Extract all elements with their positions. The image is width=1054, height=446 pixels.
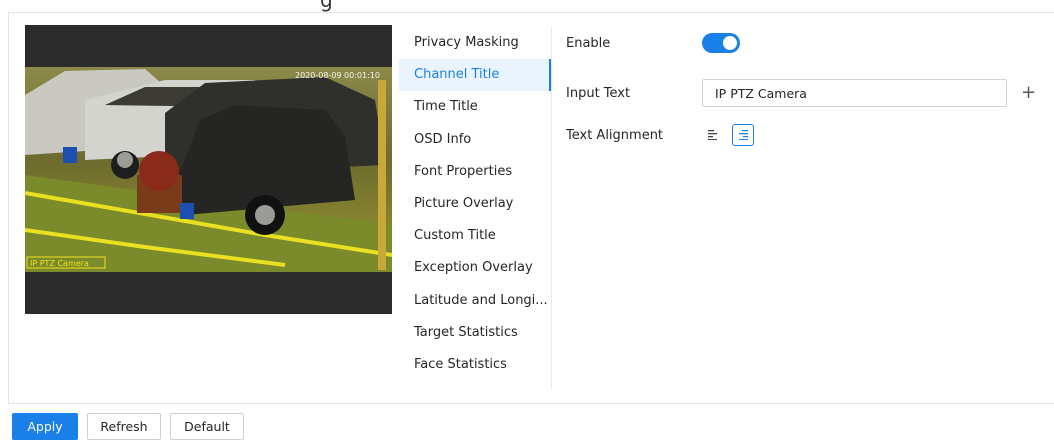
menu-item-custom-title[interactable]: Custom Title xyxy=(399,220,551,252)
text-alignment-row: Text Alignment xyxy=(566,124,762,146)
menu-item-osd-info[interactable]: OSD Info xyxy=(399,124,551,156)
camera-snapshot: 2020-08-09 00:01:10 IP PTZ Camera xyxy=(25,25,392,314)
osd-timestamp: 2020-08-09 00:01:10 xyxy=(295,71,380,80)
enable-row: Enable xyxy=(566,33,740,53)
osd-menu: Privacy Masking Channel Title Time Title OS… xyxy=(399,27,552,389)
align-right-button[interactable] xyxy=(732,124,754,146)
menu-item-latitude-and-longi[interactable]: Latitude and Longi... xyxy=(399,285,551,317)
input-text-label: Input Text xyxy=(566,85,631,101)
menu-item-time-title[interactable]: Time Title xyxy=(399,91,551,123)
menu-item-font-properties[interactable]: Font Properties xyxy=(399,156,551,188)
input-text-row: Input Text + xyxy=(566,79,1036,107)
menu-item-exception-overlay[interactable]: Exception Overlay xyxy=(399,252,551,284)
input-text-field[interactable] xyxy=(702,79,1007,107)
menu-item-privacy-masking[interactable]: Privacy Masking xyxy=(399,27,551,59)
refresh-button[interactable]: Refresh xyxy=(87,413,161,440)
menu-item-picture-overlay[interactable]: Picture Overlay xyxy=(399,188,551,220)
video-preview: 2020-08-09 00:01:10 IP PTZ Camera xyxy=(25,25,392,314)
default-button[interactable]: Default xyxy=(170,413,244,440)
menu-item-face-statistics[interactable]: Face Statistics xyxy=(399,349,551,381)
apply-button[interactable]: Apply xyxy=(12,413,78,440)
text-alignment-label: Text Alignment xyxy=(566,127,664,143)
enable-toggle[interactable] xyxy=(702,33,740,53)
add-line-icon[interactable]: + xyxy=(1021,84,1036,102)
align-left-button[interactable] xyxy=(702,124,724,146)
channel-title-overlay: IP PTZ Camera xyxy=(30,259,89,268)
menu-item-channel-title[interactable]: Channel Title xyxy=(399,59,551,92)
toggle-knob xyxy=(723,36,737,50)
align-left-icon xyxy=(708,130,717,140)
enable-label: Enable xyxy=(566,35,611,51)
page-title-fragment: g xyxy=(320,0,333,12)
align-right-icon xyxy=(739,130,748,140)
menu-item-target-statistics[interactable]: Target Statistics xyxy=(399,317,551,349)
